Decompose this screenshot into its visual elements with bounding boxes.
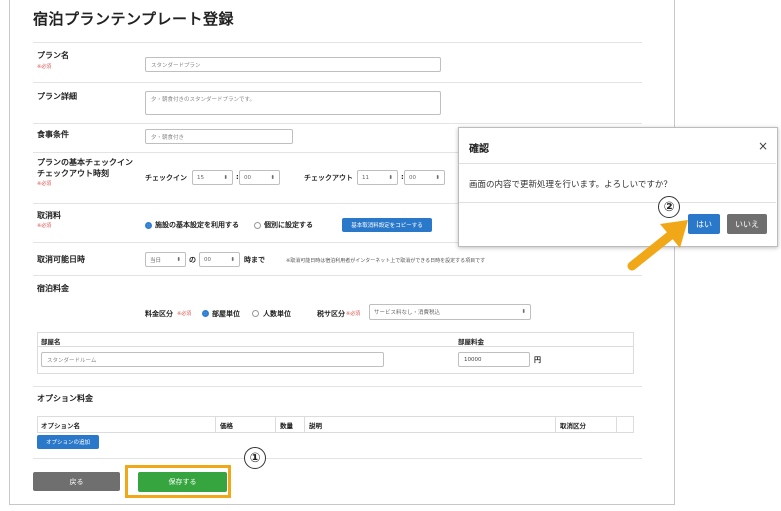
- room-price-input[interactable]: 10000: [458, 352, 530, 367]
- checkout-hour-select[interactable]: 11 ⬍: [357, 170, 398, 185]
- tax-label: 税サ区分: [317, 310, 345, 318]
- radio-individual-label: 個別に設定する: [264, 221, 313, 229]
- updown-icon: ⬍: [270, 174, 275, 181]
- updown-icon: ⬍: [176, 256, 181, 263]
- arrow-icon: [627, 220, 688, 271]
- updown-icon: ⬍: [230, 256, 235, 263]
- checkin-label-line2: チェックアウト時刻: [37, 169, 109, 178]
- updown-icon: ⬍: [435, 174, 440, 181]
- cancel-fee-label: 取消料: [37, 211, 61, 220]
- option-qty-header: 数量: [280, 422, 293, 430]
- radio-person-unit[interactable]: [252, 310, 259, 317]
- updown-icon: ⬍: [223, 174, 228, 181]
- checkin-label-line1: プランの基本チェックイン: [37, 158, 133, 167]
- required-mark: ※必須: [37, 223, 52, 229]
- checkout-min-select[interactable]: 00 ⬍: [404, 170, 445, 185]
- no-button[interactable]: いいえ: [727, 214, 767, 234]
- cancel-time-select[interactable]: 00 ⬍: [199, 252, 240, 267]
- plan-detail-label: プラン詳細: [37, 92, 77, 101]
- plan-name-label: プラン名: [37, 51, 69, 60]
- room-name-header: 部屋名: [41, 338, 61, 346]
- dialog-title: 確認: [469, 144, 489, 155]
- copy-cancel-setting-button[interactable]: 基本取消料設定をコピーする: [342, 218, 432, 232]
- meal-input[interactable]: 夕・朝食付き: [145, 129, 293, 144]
- tax-value: サービス料なし・消費税込: [374, 310, 441, 316]
- cancel-date-note: ※取消可能日時は宿泊利用者がインターネット上で取消ができる日時を設定する項目です: [286, 258, 486, 264]
- cancel-date-label: 取消可能日時: [37, 255, 85, 264]
- checkin-hour-select[interactable]: 15 ⬍: [192, 170, 233, 185]
- divider: [33, 386, 642, 387]
- col-line: [616, 416, 617, 433]
- checkin-hour-value: 15: [197, 174, 204, 181]
- checkin-min-value: 00: [244, 174, 251, 181]
- required-mark: ※必須: [37, 181, 52, 187]
- option-table: [37, 416, 634, 433]
- page-title: 宿泊プランテンプレート登録: [33, 10, 235, 28]
- option-name-header: オプション名: [41, 422, 80, 430]
- radio-room-unit[interactable]: [202, 310, 209, 317]
- room-name-input[interactable]: スタンダードルーム: [41, 352, 384, 367]
- cancel-time-value: 00: [204, 256, 211, 263]
- required-mark: ※必須: [37, 64, 52, 70]
- save-button[interactable]: 保存する: [138, 472, 227, 492]
- radio-facility-default-label: 施設の基本設定を利用する: [155, 221, 239, 229]
- room-price-header: 部屋料金: [458, 338, 484, 346]
- option-fee-label: オプション料金: [37, 394, 93, 403]
- divider: [33, 42, 642, 43]
- required-mark: ※必須: [346, 311, 361, 317]
- col-line: [275, 416, 276, 433]
- checkin-min-select[interactable]: 00 ⬍: [239, 170, 280, 185]
- radio-person-unit-label: 人数単位: [263, 310, 291, 318]
- divider: [33, 275, 642, 276]
- radio-individual[interactable]: [254, 222, 261, 229]
- checkin-text: チェックイン: [145, 174, 187, 182]
- back-button[interactable]: 戻る: [33, 472, 120, 491]
- dialog-divider: [459, 202, 776, 203]
- dialog-message: 画面の内容で更新処理を行います。よろしいですか？: [469, 180, 672, 190]
- option-price-header: 価格: [220, 422, 233, 430]
- cancel-day-value: 当日: [150, 257, 162, 264]
- close-icon[interactable]: ×: [758, 139, 768, 153]
- divider: [33, 458, 642, 459]
- plan-detail-textarea[interactable]: 夕・朝食付きのスタンダードプランです。: [145, 91, 441, 115]
- fee-type-label: 料金区分: [145, 310, 173, 318]
- tax-select[interactable]: サービス料なし・消費税込 ⬍: [369, 304, 531, 320]
- option-desc-header: 説明: [309, 422, 322, 430]
- plan-name-input[interactable]: スタンダードプラン: [145, 57, 441, 72]
- until-text: 時まで: [244, 256, 265, 264]
- required-mark: ※必須: [177, 311, 192, 317]
- updown-icon: ⬍: [388, 174, 393, 181]
- table-divider: [37, 346, 634, 347]
- checkout-hour-value: 11: [362, 174, 369, 181]
- radio-facility-default[interactable]: [145, 222, 152, 229]
- option-cancel-header: 取消区分: [560, 422, 586, 430]
- dialog-divider: [459, 163, 776, 164]
- checkout-text: チェックアウト: [304, 174, 353, 182]
- meal-label: 食事条件: [37, 130, 69, 139]
- updown-icon: ⬍: [521, 309, 526, 315]
- col-line: [555, 416, 556, 433]
- yen-unit: 円: [534, 356, 541, 364]
- checkout-min-value: 00: [409, 174, 416, 181]
- of-text: の: [189, 256, 196, 264]
- add-option-button[interactable]: オプションの追加: [37, 435, 99, 449]
- divider: [33, 123, 642, 124]
- col-line: [304, 416, 305, 433]
- divider: [33, 82, 642, 83]
- radio-room-unit-label: 部屋単位: [212, 310, 240, 318]
- fee-label: 宿泊料金: [37, 284, 69, 293]
- callout-1: ①: [244, 447, 266, 469]
- col-line: [215, 416, 216, 433]
- cancel-day-select[interactable]: 当日 ⬍: [145, 252, 186, 267]
